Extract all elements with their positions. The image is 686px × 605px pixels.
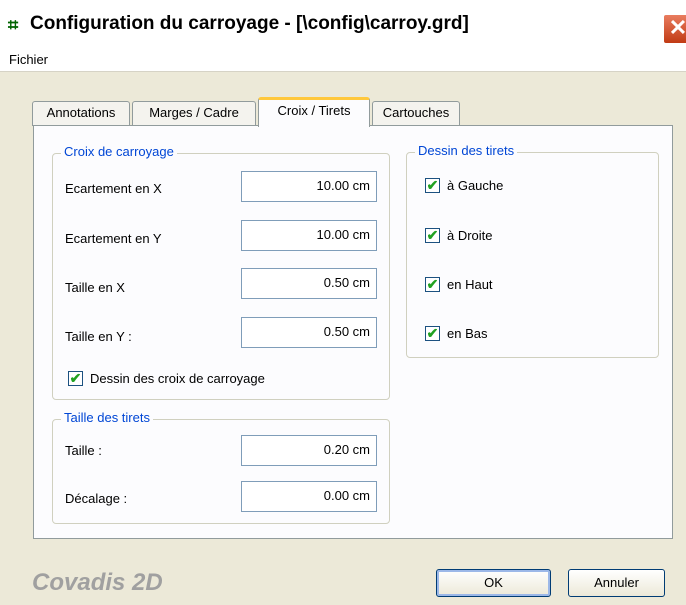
- title-bar: ⌗ Configuration du carroyage - [\config\…: [0, 0, 686, 50]
- close-icon: ✕: [668, 15, 686, 40]
- tab-page-croix-tirets: Croix de carroyage Ecartement en X 10.00…: [33, 125, 673, 539]
- field-label: Ecartement en X: [65, 181, 162, 196]
- check-icon: ✔: [426, 325, 439, 341]
- tab-cartouches[interactable]: Cartouches: [372, 101, 460, 126]
- cancel-button[interactable]: Annuler: [568, 569, 665, 597]
- dessin-croix-checkbox[interactable]: ✔: [68, 371, 83, 386]
- taille-y-field[interactable]: 0.50 cm: [241, 317, 377, 348]
- dessin-tirets-group: Dessin des tirets: [406, 143, 659, 358]
- ecartement-x-field[interactable]: 10.00 cm: [241, 171, 377, 202]
- check-icon: ✔: [426, 177, 439, 193]
- checkbox-label: à Droite: [447, 228, 493, 243]
- grid-app-icon: ⌗: [8, 15, 19, 35]
- ok-button[interactable]: OK: [436, 569, 551, 597]
- group-title: Taille des tirets: [61, 410, 153, 425]
- check-icon: ✔: [69, 370, 82, 386]
- window-title: Configuration du carroyage - [\config\ca…: [30, 13, 469, 34]
- tab-croix-tirets[interactable]: Croix / Tirets: [258, 97, 370, 127]
- brand-logo: Covadis 2D: [32, 569, 163, 596]
- tab-label: Cartouches: [382, 105, 450, 120]
- checkbox-label: à Gauche: [447, 178, 504, 193]
- gauche-checkbox[interactable]: ✔: [425, 178, 440, 193]
- bas-checkbox[interactable]: ✔: [425, 326, 440, 341]
- checkbox-label: en Haut: [447, 277, 493, 292]
- field-label: Ecartement en Y: [65, 231, 162, 246]
- tab-label: Croix / Tirets: [277, 103, 351, 118]
- field-label: Décalage :: [65, 491, 128, 506]
- taille-x-field[interactable]: 0.50 cm: [241, 268, 377, 299]
- haut-checkbox[interactable]: ✔: [425, 277, 440, 292]
- field-label: Taille en X: [65, 280, 125, 295]
- checkbox-label: en Bas: [447, 326, 488, 341]
- menu-bar: Fichier: [0, 50, 686, 72]
- tab-label: Marges / Cadre: [149, 105, 239, 120]
- checkbox-label: Dessin des croix de carroyage: [90, 371, 265, 386]
- check-icon: ✔: [426, 227, 439, 243]
- field-label: Taille en Y :: [65, 329, 132, 344]
- tab-label: Annotations: [46, 105, 116, 120]
- close-button[interactable]: ✕: [663, 14, 686, 44]
- group-title: Croix de carroyage: [61, 144, 177, 159]
- ecartement-y-field[interactable]: 10.00 cm: [241, 220, 377, 251]
- taille-tirets-field[interactable]: 0.20 cm: [241, 435, 377, 466]
- droite-checkbox[interactable]: ✔: [425, 228, 440, 243]
- menu-fichier[interactable]: Fichier: [9, 52, 48, 67]
- tab-annotations[interactable]: Annotations: [32, 101, 130, 126]
- check-icon: ✔: [426, 276, 439, 292]
- tab-marges-cadre[interactable]: Marges / Cadre: [132, 101, 256, 126]
- field-label: Taille :: [65, 443, 102, 458]
- group-title: Dessin des tirets: [415, 143, 518, 158]
- decalage-field[interactable]: 0.00 cm: [241, 481, 377, 512]
